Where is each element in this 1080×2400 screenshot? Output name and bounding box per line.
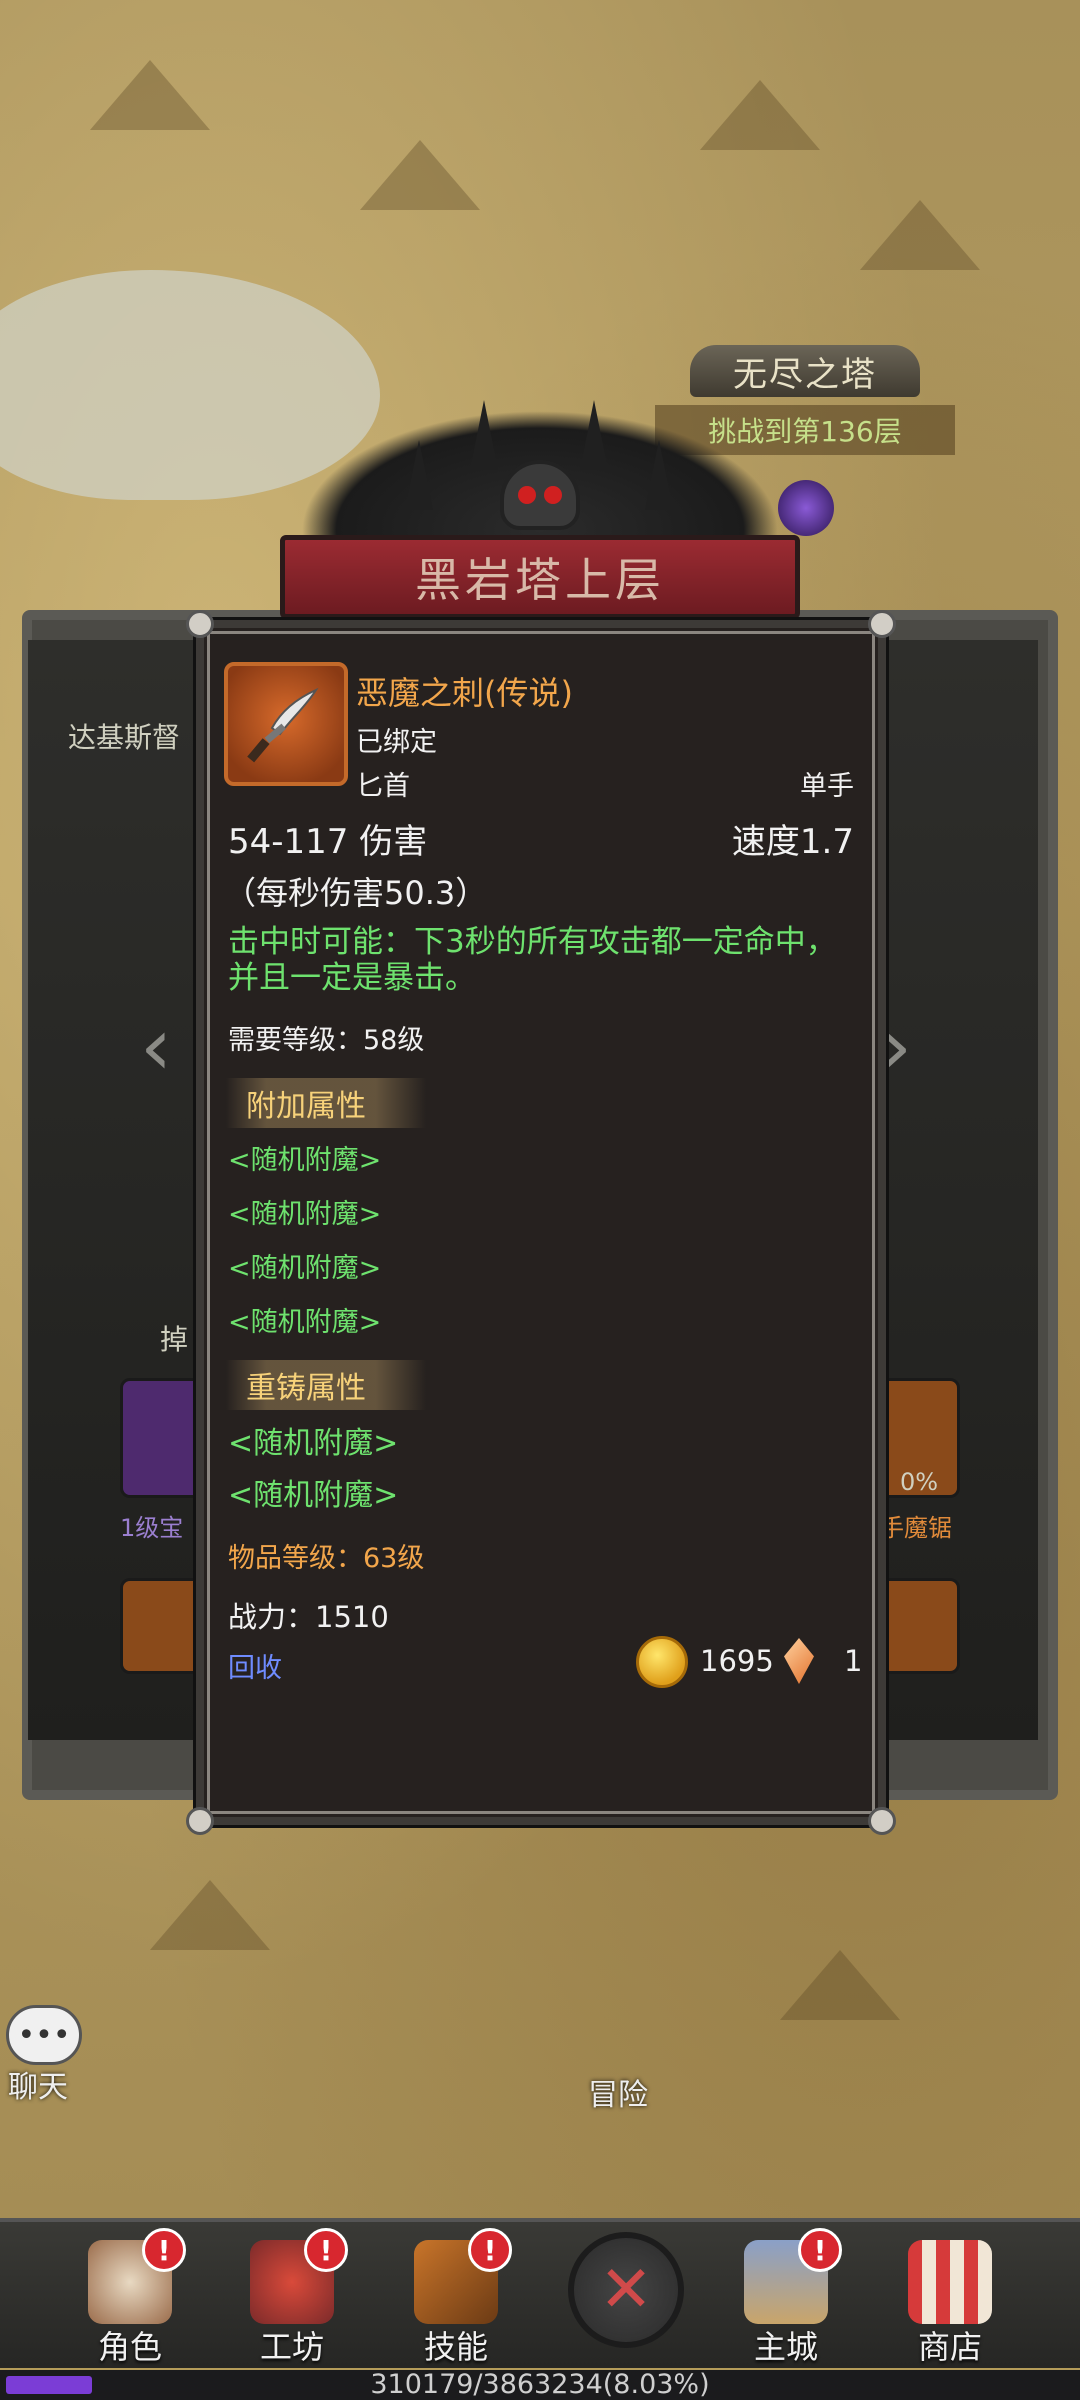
reforge-enchant: <随机附魔> — [228, 1426, 399, 1461]
corner-decoration — [186, 610, 214, 638]
drop-slot-left-2[interactable] — [120, 1578, 206, 1674]
weapon-speed: 速度1.7 — [731, 822, 854, 862]
bind-status: 已绑定 — [356, 727, 437, 758]
item-power: 战力：1510 — [228, 1600, 389, 1634]
dungeon-boss-label-left: 达基斯督 — [68, 721, 181, 754]
weapon-dps: （每秒伤害50.3） — [224, 874, 488, 912]
nav-label: 工坊 — [259, 2328, 324, 2366]
item-level: 物品等级：63级 — [228, 1543, 425, 1574]
mountain-decoration — [90, 60, 210, 130]
notification-badge: ! — [304, 2228, 348, 2272]
notification-badge: ! — [468, 2228, 512, 2272]
gold-value: 1695 — [700, 1644, 774, 1678]
skull-icon — [500, 460, 580, 530]
chat-bubble-icon[interactable]: ••• — [6, 2005, 82, 2065]
nav-label: 商店 — [917, 2328, 982, 2366]
nav-tab-character[interactable]: ! 角色 — [50, 2222, 210, 2372]
dungeon-title-banner: 黑岩塔上层 — [280, 535, 800, 619]
shop-icon — [908, 2240, 992, 2324]
drop-slot-right-percent: 0% — [900, 1468, 939, 1496]
gem-value: 1 — [844, 1644, 863, 1678]
experience-text: 310179/3863234(8.03%) — [370, 2369, 710, 2400]
spike-decoration — [470, 400, 498, 470]
weapon-proc-effect: 击中时可能：下3秒的所有攻击都一定命中，并且一定是暴击。 — [228, 924, 837, 996]
nav-label: 技能 — [423, 2328, 488, 2366]
recycle-button[interactable]: 回收 — [228, 1646, 282, 1685]
spike-decoration — [645, 440, 673, 510]
drop-slot-left-label: 1级宝 — [120, 1514, 184, 1542]
required-level: 需要等级：58级 — [228, 1025, 425, 1056]
item-tooltip: 恶魔之刺(传说) 已绑定 匕首 单手 54-117 伤害 速度1.7 （每秒伤害… — [186, 610, 896, 1835]
nav-tab-main-city[interactable]: ! 主城 — [706, 2222, 866, 2372]
dagger-icon — [224, 662, 348, 786]
mountain-decoration — [150, 1880, 270, 1950]
nav-label: 角色 — [97, 2328, 162, 2366]
close-icon[interactable]: ✕ — [568, 2232, 684, 2348]
experience-bar: 310179/3863234(8.03%) — [0, 2370, 1080, 2400]
nav-tab-workshop[interactable]: ! 工坊 — [212, 2222, 372, 2372]
drop-label: 掉 — [160, 1323, 189, 1356]
mountain-decoration — [860, 200, 980, 270]
bonus-attributes-header: 附加属性 — [226, 1078, 426, 1128]
corner-decoration — [868, 1807, 896, 1835]
bonus-enchant: <随机附魔> — [228, 1145, 382, 1176]
spike-decoration — [405, 440, 433, 510]
adventure-label: 冒险 — [588, 2078, 648, 2113]
bonus-enchant: <随机附魔> — [228, 1199, 382, 1230]
endless-tower-title[interactable]: 无尽之塔 — [690, 345, 920, 397]
bottom-nav: ! 角色 ! 工坊 ! 技能 ! 主城 商店 — [0, 2218, 1080, 2368]
corner-decoration — [868, 610, 896, 638]
corner-decoration — [186, 1807, 214, 1835]
mountain-decoration — [780, 1950, 900, 2020]
item-name: 恶魔之刺(传说) — [356, 674, 573, 712]
nav-label: 主城 — [753, 2328, 818, 2366]
chat-label[interactable]: 聊天 — [8, 2062, 68, 2106]
gold-coin-icon — [636, 1636, 688, 1688]
drop-slot-right-label: 手魔锯 — [880, 1514, 952, 1542]
prev-arrow-icon[interactable]: ‹ — [140, 1000, 172, 1093]
drop-slot-right-2[interactable] — [874, 1578, 960, 1674]
gem-icon — [784, 1638, 814, 1684]
bonus-enchant: <随机附魔> — [228, 1253, 382, 1284]
mountain-decoration — [700, 80, 820, 150]
weapon-damage: 54-117 伤害 — [228, 822, 428, 862]
portal-orb-icon — [778, 480, 834, 536]
nav-tab-skills[interactable]: ! 技能 — [376, 2222, 536, 2372]
reforge-attributes-header: 重铸属性 — [226, 1360, 426, 1410]
reforge-enchant: <随机附魔> — [228, 1478, 399, 1513]
spike-decoration — [580, 400, 608, 470]
notification-badge: ! — [798, 2228, 842, 2272]
bonus-enchant: <随机附魔> — [228, 1307, 382, 1338]
nav-tab-shop[interactable]: 商店 — [870, 2222, 1030, 2372]
notification-badge: ! — [142, 2228, 186, 2272]
weapon-hand: 单手 — [800, 771, 854, 802]
drop-slot-left[interactable] — [120, 1378, 206, 1498]
weapon-type: 匕首 — [356, 771, 410, 802]
mountain-decoration — [360, 140, 480, 210]
